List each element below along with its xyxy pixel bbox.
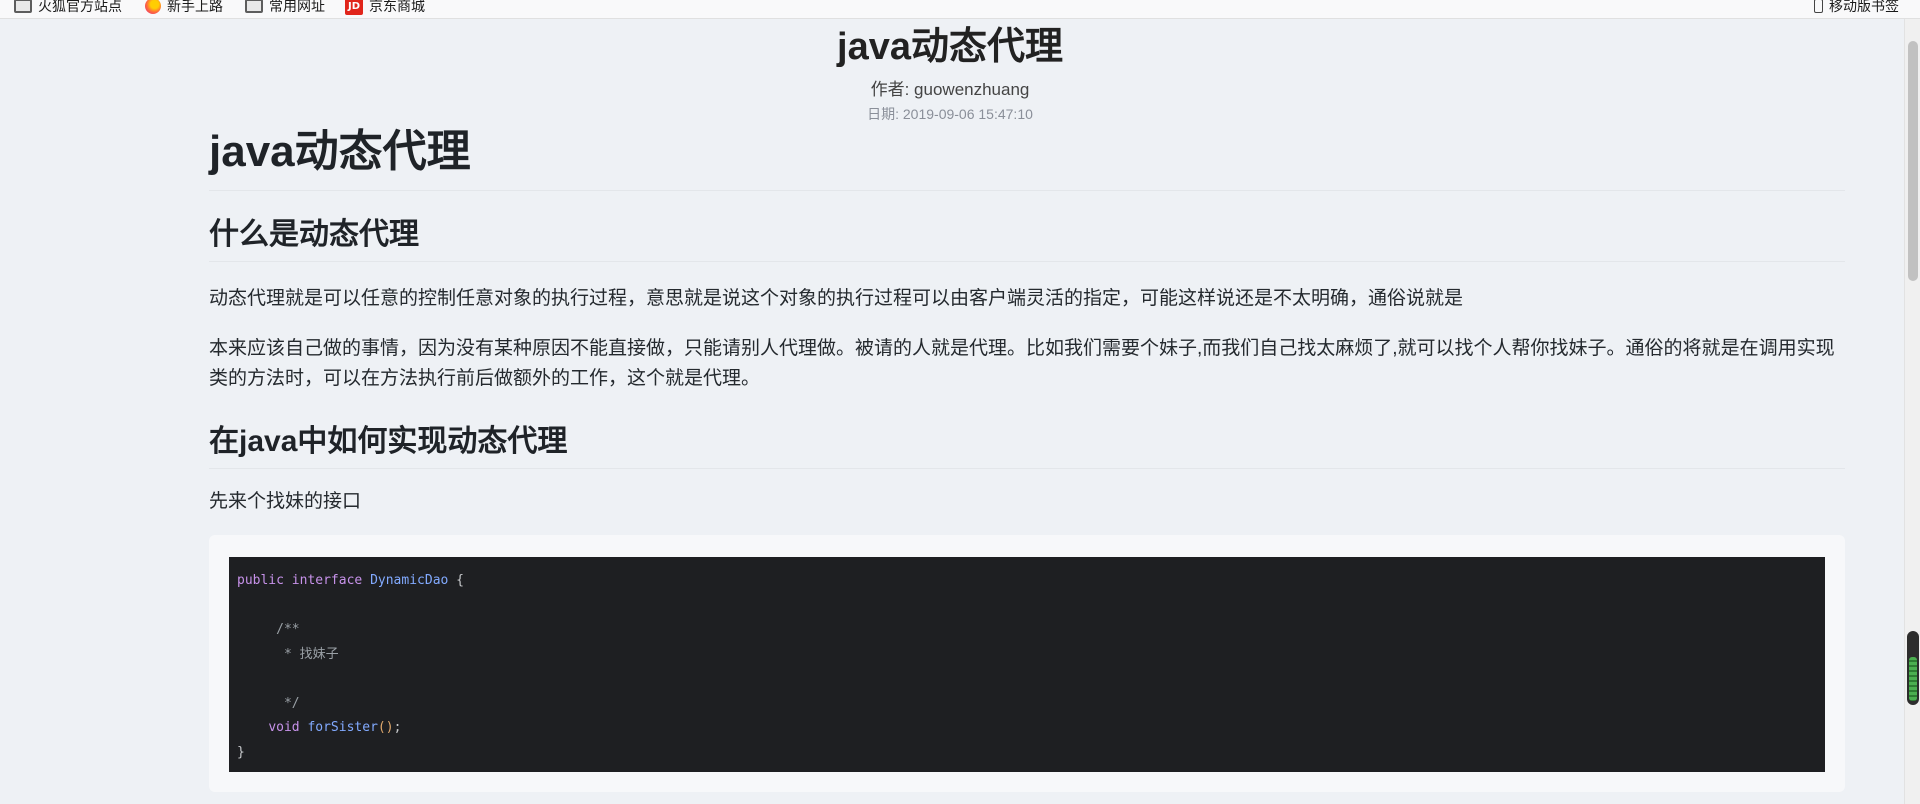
section-heading: 什么是动态代理	[209, 213, 1845, 262]
paragraph: 先来个找妹的接口	[209, 491, 362, 512]
section-heading: 在java中如何实现动态代理	[209, 420, 1845, 469]
paragraph: 本来应该自己做的事情，因为没有某种原因不能直接做，只能请别人代理做。被请的人就是…	[209, 338, 1835, 389]
scrollbar-thumb[interactable]	[1908, 41, 1918, 281]
mobile-bookmarks-label: 移动版书签	[1829, 0, 1899, 15]
code-comment: /**	[276, 622, 300, 637]
page-title: java动态代理	[837, 26, 1063, 68]
article-content: java动态代理 什么是动态代理 动态代理就是可以任意的控制任意对象的执行过程，…	[209, 120, 1845, 792]
code-keyword: interface	[291, 573, 363, 588]
vertical-scrollbar[interactable]	[1904, 19, 1920, 804]
code-comment: */	[276, 695, 300, 711]
code-block-container: public interface DynamicDao { /** * 找妹子 …	[209, 535, 1845, 792]
folder-icon	[245, 0, 263, 13]
code-punct: }	[237, 744, 245, 760]
bookmark-label: 京东商城	[369, 0, 425, 15]
article-heading: java动态代理	[209, 120, 1845, 191]
code-punct: ;	[393, 720, 402, 735]
bookmark-item[interactable]: JD 京东商城	[345, 0, 425, 16]
author-line: 作者: guowenzhuang	[870, 80, 1030, 99]
mobile-icon	[1814, 0, 1823, 13]
side-widget[interactable]	[1907, 631, 1919, 705]
code-class-name: DynamicDao	[370, 573, 449, 588]
code-method: forSister	[307, 720, 378, 735]
code-keyword: void	[268, 720, 300, 735]
code-punct: ()	[377, 720, 394, 735]
bookmark-item[interactable]: 常用网址	[245, 0, 325, 16]
code-comment: * 找妹子	[276, 646, 339, 662]
paragraph: 动态代理就是可以任意的控制任意对象的执行过程，意思就是说这个对象的执行过程可以由…	[209, 288, 1464, 309]
code-keyword: public	[237, 573, 284, 588]
bookmark-item[interactable]: 火狐官方站点	[14, 0, 122, 16]
bookmark-label: 新手上路	[167, 0, 223, 15]
code-block[interactable]: public interface DynamicDao { /** * 找妹子 …	[229, 557, 1825, 772]
bookmark-item[interactable]: 新手上路	[145, 0, 223, 16]
firefox-icon	[145, 0, 161, 14]
bookmark-label: 常用网址	[269, 0, 325, 15]
jd-icon: JD	[345, 0, 363, 15]
mobile-bookmarks[interactable]: 移动版书签	[1814, 0, 1899, 16]
code-punct: {	[448, 573, 465, 588]
bookmark-label: 火狐官方站点	[38, 0, 122, 15]
folder-icon	[14, 0, 32, 13]
